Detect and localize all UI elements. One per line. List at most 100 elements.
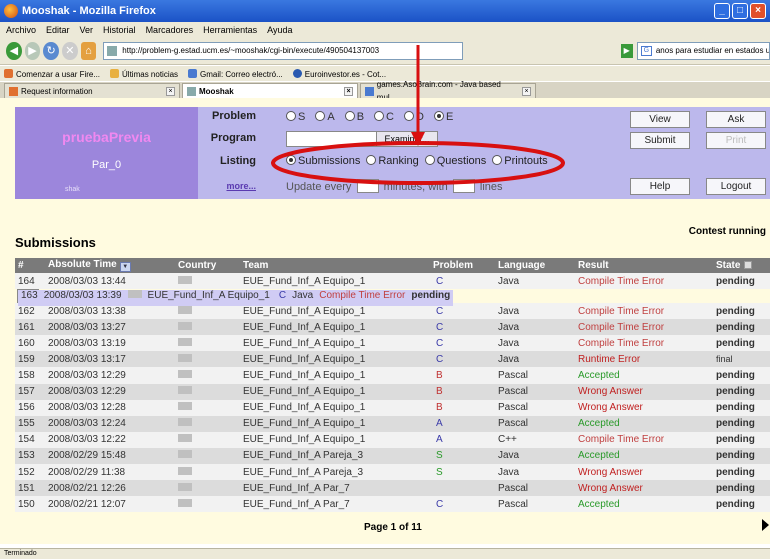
sort-dropdown-icon[interactable]: ▼: [119, 262, 131, 272]
bookmark-item[interactable]: Últimas noticias: [110, 69, 178, 79]
table-row[interactable]: 157 2008/03/03 12:29 EUE_Fund_Inf_A Equipo…: [15, 383, 770, 400]
table-row[interactable]: 158 2008/03/03 12:29 EUE_Fund_Inf_A Equipo…: [15, 367, 770, 384]
table-row[interactable]: 164 2008/03/03 13:44 EUE_Fund_Inf_A Equipo…: [15, 273, 770, 290]
cell-problem: S: [430, 447, 495, 465]
radio-icon[interactable]: [315, 111, 326, 121]
radio-icon[interactable]: [492, 155, 503, 165]
cell-state: pending: [713, 496, 770, 513]
radio-selected-icon[interactable]: [433, 111, 444, 121]
table-row[interactable]: 160 2008/03/03 13:19 EUE_Fund_Inf_A Equipo…: [15, 335, 770, 352]
tab-request-information[interactable]: Request information ×: [4, 83, 180, 98]
cell-language: Java: [495, 335, 575, 352]
cell-number: 163: [18, 290, 41, 307]
table-row[interactable]: 159 2008/03/03 13:17 EUE_Fund_Inf_A Equipo…: [15, 351, 770, 368]
submit-button[interactable]: Submit: [630, 132, 690, 149]
minimize-icon[interactable]: _: [714, 3, 730, 19]
close-tab-icon[interactable]: ×: [344, 86, 353, 96]
menu-archivo[interactable]: Archivo: [6, 25, 36, 35]
table-row[interactable]: 153 2008/02/29 15:48 EUE_Fund_Inf_A Pareja…: [15, 447, 770, 465]
cell-language: Java: [495, 351, 575, 368]
google-icon: G: [640, 45, 652, 56]
print-button[interactable]: Print: [706, 132, 766, 149]
tab-mooshak[interactable]: Mooshak ×: [182, 83, 358, 98]
view-button[interactable]: View: [630, 111, 690, 128]
cell-number: 150: [15, 496, 45, 513]
menu-editar[interactable]: Editar: [46, 25, 70, 35]
listing-option-submissions[interactable]: Submissions: [286, 155, 360, 167]
menu-ayuda[interactable]: Ayuda: [267, 25, 292, 35]
forward-arrow-icon[interactable]: ▶: [24, 41, 41, 60]
radio-icon[interactable]: [403, 111, 414, 121]
radio-icon[interactable]: [366, 155, 377, 165]
more-link[interactable]: more...: [200, 181, 256, 191]
state-filter-icon[interactable]: [744, 261, 753, 269]
cell-problem: C: [430, 335, 495, 352]
tab-games-asobrain[interactable]: games.AsoBrain.com - Java based mul... ×: [360, 80, 536, 102]
radio-icon[interactable]: [286, 111, 296, 121]
table-row[interactable]: 156 2008/03/03 12:28 EUE_Fund_Inf_A Equipo…: [15, 399, 770, 416]
cell-team: EUE_Fund_Inf_A Equipo_1: [240, 351, 430, 368]
table-row[interactable]: 152 2008/02/29 11:38 EUE_Fund_Inf_A Pareja…: [15, 464, 770, 481]
table-row[interactable]: 151 2008/02/21 12:26 EUE_Fund_Inf_A Par_7 P…: [15, 480, 770, 497]
radio-icon[interactable]: [424, 155, 435, 165]
cell-result: Runtime Error: [575, 351, 713, 368]
problem-option-d[interactable]: D: [403, 111, 424, 123]
country-flag-icon: [178, 498, 192, 507]
menu-historial[interactable]: Historial: [103, 25, 136, 35]
problem-option-c[interactable]: C: [374, 111, 394, 123]
radio-icon[interactable]: [344, 111, 355, 121]
next-page-arrow-icon[interactable]: [762, 519, 769, 531]
search-box[interactable]: G anos para estudiar en estados unidos: [636, 41, 770, 60]
cell-number: 152: [15, 464, 45, 481]
problem-option-s[interactable]: S: [286, 111, 305, 123]
stop-icon[interactable]: ✕: [61, 41, 78, 60]
home-icon[interactable]: ⌂: [80, 41, 97, 60]
reload-icon[interactable]: ↻: [43, 41, 59, 60]
bookmark-item[interactable]: Comenzar a usar Fire...: [4, 69, 100, 79]
close-icon[interactable]: ×: [750, 3, 766, 19]
cell-language: Java: [495, 273, 575, 290]
address-bar[interactable]: http://problem-g.estad.ucm.es/~mooshak/c…: [103, 41, 463, 60]
cell-result: Accepted: [575, 496, 713, 513]
cell-state: pending: [713, 447, 770, 465]
bookmark-item[interactable]: Gmail: Correo electró...: [188, 69, 283, 79]
tab-bar: Request information × Mooshak × games.As…: [0, 80, 770, 102]
back-arrow-icon[interactable]: ◀: [6, 41, 22, 60]
problem-option-e[interactable]: E: [433, 111, 453, 123]
bookmark-item[interactable]: Euroinvestor.es - Cot...: [293, 69, 386, 79]
go-icon[interactable]: ▶: [620, 43, 633, 58]
ask-button[interactable]: Ask: [706, 111, 766, 128]
cell-country: [175, 319, 240, 336]
cell-result: Compile Time Error: [316, 290, 409, 307]
problem-option-a[interactable]: A: [315, 111, 335, 123]
close-tab-icon[interactable]: ×: [522, 86, 531, 96]
table-row[interactable]: 163 2008/03/03 13:39 EUE_Fund_Inf_A Equipo…: [17, 289, 454, 307]
cell-result: Wrong Answer: [575, 480, 713, 497]
cell-problem: A: [430, 415, 495, 432]
table-row[interactable]: 161 2008/03/03 13:27 EUE_Fund_Inf_A Equipo…: [15, 319, 770, 336]
radio-selected-icon[interactable]: [286, 155, 296, 165]
col-absolute-time[interactable]: Absolute Time ▼: [45, 258, 175, 273]
menu-ver[interactable]: Ver: [80, 25, 94, 35]
browse-button[interactable]: Examinar...: [376, 131, 438, 147]
help-button[interactable]: Help: [630, 178, 690, 195]
listing-option-questions[interactable]: Questions: [424, 155, 486, 167]
problem-option-b[interactable]: B: [344, 111, 364, 123]
cell-team: EUE_Fund_Inf_A Pareja_3: [240, 464, 430, 481]
radio-icon[interactable]: [374, 111, 385, 121]
update-lines-select[interactable]: [452, 179, 475, 193]
cell-time: 2008/02/29 11:38: [45, 464, 175, 481]
logout-button[interactable]: Logout: [706, 178, 766, 195]
table-row[interactable]: 155 2008/03/03 12:24 EUE_Fund_Inf_A Equipo…: [15, 415, 770, 432]
table-row[interactable]: 150 2008/02/21 12:07 EUE_Fund_Inf_A Par_7 C…: [15, 496, 770, 513]
menu-marcadores[interactable]: Marcadores: [146, 25, 194, 35]
update-minutes-select[interactable]: [356, 179, 379, 193]
cell-state: pending: [713, 431, 770, 448]
listing-option-ranking[interactable]: Ranking: [366, 155, 419, 167]
navigation-toolbar: ◀ ▶ ↻ ✕ ⌂ http://problem-g.estad.ucm.es/…: [0, 37, 770, 65]
menu-herramientas[interactable]: Herramientas: [203, 25, 257, 35]
table-row[interactable]: 154 2008/03/03 12:22 EUE_Fund_Inf_A Equipo…: [15, 431, 770, 448]
close-tab-icon[interactable]: ×: [166, 86, 175, 96]
maximize-icon[interactable]: □: [732, 3, 748, 19]
listing-option-printouts[interactable]: Printouts: [492, 155, 548, 167]
